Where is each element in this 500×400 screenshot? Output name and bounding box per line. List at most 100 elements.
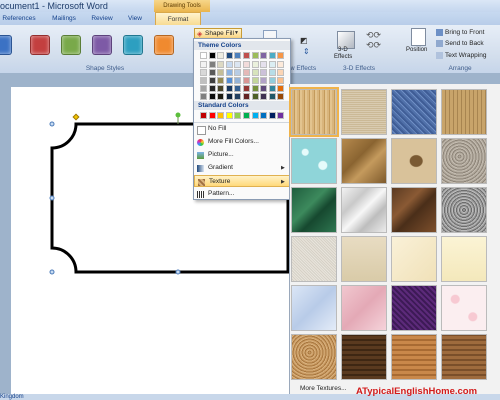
theme-color-cell[interactable] — [234, 52, 242, 59]
theme-color-cell[interactable] — [234, 93, 242, 100]
texture-tile[interactable] — [341, 89, 387, 135]
tab-review[interactable]: Review — [88, 12, 116, 25]
texture-tile[interactable] — [391, 236, 437, 282]
shape-style-swatch[interactable] — [61, 35, 81, 55]
resize-handle-left[interactable] — [49, 195, 55, 201]
send-to-back-button[interactable]: Send to Back — [436, 40, 484, 47]
standard-color-cell[interactable] — [208, 112, 216, 119]
theme-color-cell[interactable] — [217, 93, 225, 100]
theme-color-cell[interactable] — [251, 77, 259, 84]
theme-color-cell[interactable] — [217, 69, 225, 76]
standard-color-cell[interactable] — [234, 112, 242, 119]
theme-color-cell[interactable] — [225, 85, 233, 92]
theme-color-cell[interactable] — [277, 85, 285, 92]
theme-color-cell[interactable] — [200, 85, 207, 92]
shadow-arrow-icon[interactable]: ⇕ — [303, 47, 310, 56]
position-icon[interactable] — [411, 28, 426, 46]
theme-color-cell[interactable] — [268, 93, 276, 100]
theme-color-cell[interactable] — [251, 52, 259, 59]
more-textures-item[interactable]: More Textures... — [300, 385, 346, 392]
theme-color-cell[interactable] — [251, 69, 259, 76]
theme-color-cell[interactable] — [268, 77, 276, 84]
shape-style-swatch[interactable] — [30, 35, 50, 55]
texture-tile[interactable] — [289, 87, 339, 137]
theme-color-cell[interactable] — [217, 77, 225, 84]
theme-color-cell[interactable] — [260, 69, 268, 76]
texture-tile[interactable] — [341, 187, 387, 233]
texture-tile[interactable] — [341, 285, 387, 331]
theme-color-cell[interactable] — [243, 52, 250, 59]
standard-color-cell[interactable] — [243, 112, 250, 119]
texture-tile[interactable] — [341, 236, 387, 282]
theme-color-cell[interactable] — [200, 61, 207, 68]
texture-tile[interactable] — [291, 187, 337, 233]
theme-color-cell[interactable] — [251, 93, 259, 100]
texture-tile[interactable] — [441, 236, 487, 282]
theme-color-cell[interactable] — [208, 77, 216, 84]
texture-tile[interactable] — [441, 89, 487, 135]
standard-color-cell[interactable] — [268, 112, 276, 119]
tab-format[interactable]: Format — [155, 12, 201, 26]
no-fill-item[interactable]: No Fill — [194, 123, 290, 135]
theme-color-cell[interactable] — [260, 52, 268, 59]
shadow-nudge-icon[interactable]: ◩ — [300, 36, 310, 46]
theme-color-cell[interactable] — [277, 93, 285, 100]
tab-view[interactable]: View — [124, 12, 146, 25]
theme-color-cell[interactable] — [208, 61, 216, 68]
theme-color-cell[interactable] — [200, 77, 207, 84]
tilt-controls-icon[interactable]: ⟲⟳ ⟲⟳ — [366, 30, 381, 50]
theme-color-cell[interactable] — [208, 85, 216, 92]
theme-color-cell[interactable] — [260, 93, 268, 100]
texture-tile[interactable] — [391, 138, 437, 184]
3d-effects-button-label[interactable]: 3-D — [338, 47, 348, 53]
theme-color-cell[interactable] — [260, 77, 268, 84]
texture-tile[interactable] — [341, 138, 387, 184]
theme-color-cell[interactable] — [225, 77, 233, 84]
texture-tile[interactable] — [341, 334, 387, 380]
standard-color-cell[interactable] — [217, 112, 225, 119]
standard-color-cell[interactable] — [225, 112, 233, 119]
theme-color-cell[interactable] — [200, 93, 207, 100]
theme-color-cell[interactable] — [277, 61, 285, 68]
theme-color-cell[interactable] — [268, 52, 276, 59]
rotation-handle[interactable] — [175, 112, 181, 118]
standard-color-cell[interactable] — [260, 112, 268, 119]
theme-color-cell[interactable] — [234, 85, 242, 92]
tab-mailings[interactable]: Mailings — [48, 12, 80, 25]
resize-handle-bottom[interactable] — [175, 269, 181, 275]
theme-color-cell[interactable] — [225, 52, 233, 59]
theme-color-cell[interactable] — [217, 52, 225, 59]
theme-color-cell[interactable] — [243, 61, 250, 68]
texture-tile[interactable] — [291, 236, 337, 282]
theme-color-cell[interactable] — [268, 61, 276, 68]
texture-tile[interactable] — [441, 138, 487, 184]
tab-references[interactable]: References — [2, 12, 36, 25]
theme-color-cell[interactable] — [234, 77, 242, 84]
standard-color-cell[interactable] — [277, 112, 285, 119]
theme-color-cell[interactable] — [277, 52, 285, 59]
theme-color-cell[interactable] — [217, 85, 225, 92]
resize-handle-top-left[interactable] — [49, 121, 55, 127]
texture-tile[interactable] — [441, 334, 487, 380]
theme-color-cell[interactable] — [268, 85, 276, 92]
theme-color-cell[interactable] — [234, 69, 242, 76]
texture-item[interactable]: Texture ▶ — [194, 175, 290, 187]
shape-style-swatch[interactable] — [92, 35, 112, 55]
texture-tile[interactable] — [291, 334, 337, 380]
theme-color-cell[interactable] — [208, 93, 216, 100]
theme-color-cell[interactable] — [243, 93, 250, 100]
theme-color-cell[interactable] — [268, 69, 276, 76]
theme-color-cell[interactable] — [217, 61, 225, 68]
bring-to-front-button[interactable]: Bring to Front — [436, 29, 484, 36]
theme-color-cell[interactable] — [260, 61, 268, 68]
theme-color-cell[interactable] — [234, 61, 242, 68]
theme-color-cell[interactable] — [200, 69, 207, 76]
shape-style-swatch[interactable] — [154, 35, 174, 55]
picture-item[interactable]: Picture... — [194, 149, 290, 161]
theme-color-cell[interactable] — [251, 61, 259, 68]
standard-color-cell[interactable] — [251, 112, 259, 119]
position-button[interactable]: Position — [406, 47, 427, 53]
texture-tile[interactable] — [291, 285, 337, 331]
gradient-item[interactable]: Gradient ▶ — [194, 162, 290, 174]
theme-color-cell[interactable] — [243, 77, 250, 84]
